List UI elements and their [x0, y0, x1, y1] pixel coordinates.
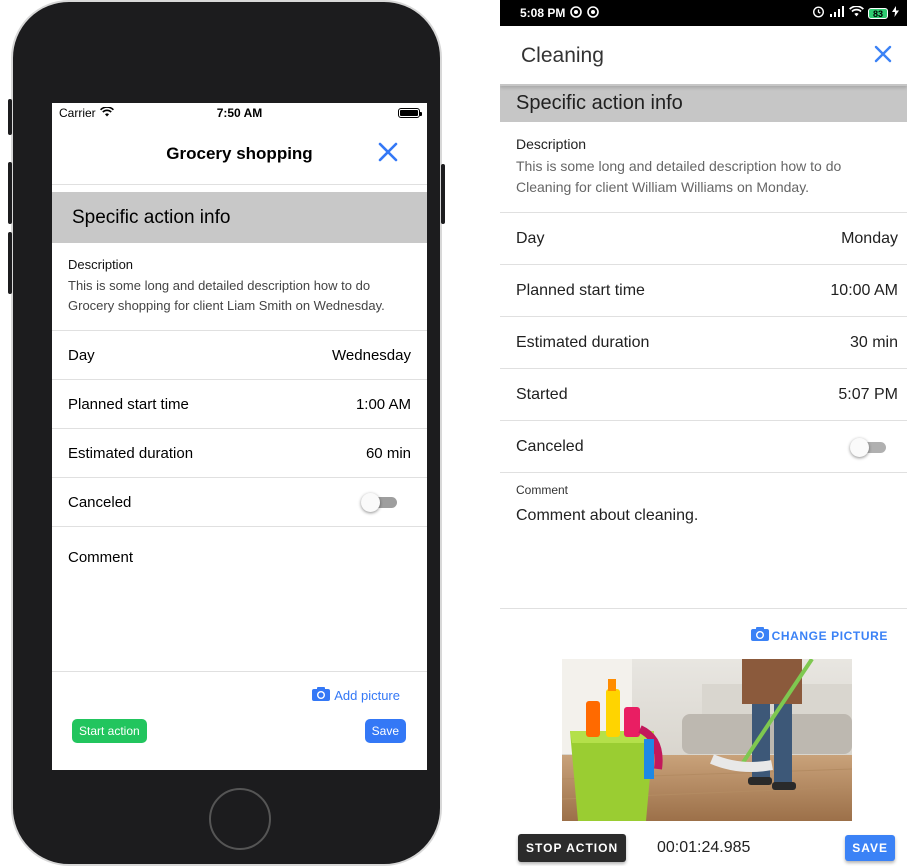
- add-picture-label: Add picture: [334, 688, 400, 703]
- row-value: 60 min: [365, 444, 411, 462]
- close-icon[interactable]: [874, 45, 892, 68]
- row-label: Planned start time: [68, 395, 189, 413]
- row-label: Started: [516, 385, 568, 403]
- description-text: This is some long and detailed descripti…: [68, 278, 385, 313]
- ios-header: Grocery shopping: [52, 123, 427, 185]
- row-value: 1:00 AM: [355, 395, 411, 413]
- volume-up-button: [8, 162, 12, 224]
- row-value: Monday: [841, 229, 898, 247]
- detail-row-day: Day Monday: [500, 213, 907, 265]
- android-status-time: 5:08 PM: [520, 6, 566, 20]
- row-label: Day: [516, 229, 545, 247]
- battery-icon: 83: [867, 7, 888, 19]
- canceled-label: Canceled: [516, 437, 584, 455]
- row-label: Estimated duration: [516, 333, 650, 351]
- comment-label: Comment: [516, 483, 569, 497]
- page-title: Cleaning: [521, 44, 604, 67]
- ios-status-time: 7:50 AM: [216, 106, 263, 120]
- save-button[interactable]: Save: [364, 719, 406, 743]
- description-label: Description: [68, 257, 134, 272]
- home-button: [209, 788, 271, 850]
- power-button: [441, 164, 445, 224]
- camera-icon: [750, 626, 770, 645]
- comment-placeholder: Comment: [68, 549, 134, 566]
- section-header: Specific action info: [500, 84, 907, 122]
- canceled-toggle[interactable]: [361, 493, 399, 512]
- wifi-icon: [99, 106, 114, 120]
- row-value: 5:07 PM: [838, 385, 898, 403]
- detail-row-planned-start-time: Planned start time 1:00 AM: [52, 380, 427, 429]
- cleaning-photo: [562, 659, 852, 821]
- page-title: Grocery shopping: [166, 143, 313, 163]
- android-status-bar: 5:08 PM 83: [500, 0, 907, 26]
- detail-row-started: Started 5:07 PM: [500, 369, 907, 421]
- charging-icon: [892, 6, 899, 20]
- canceled-toggle[interactable]: [850, 437, 888, 457]
- description-text: This is some long and detailed descripti…: [516, 158, 842, 195]
- start-action-button[interactable]: Start action: [72, 719, 147, 743]
- android-header: Cleaning: [500, 26, 907, 86]
- detail-row-canceled: Canceled: [500, 421, 907, 473]
- add-picture-button[interactable]: Add picture: [52, 672, 427, 705]
- camera-icon: [311, 686, 331, 705]
- notification-icon: [587, 5, 600, 21]
- close-icon[interactable]: [377, 141, 399, 163]
- iphone-device-frame: Carrier 7:50 AM Grocery shopping Specifi…: [8, 0, 445, 866]
- section-header: Specific action info: [52, 192, 427, 243]
- comment-text: Comment about cleaning.: [516, 507, 699, 524]
- change-picture-button[interactable]: CHANGE PICTURE: [500, 609, 907, 645]
- battery-icon: [397, 108, 422, 118]
- ios-status-bar: Carrier 7:50 AM: [52, 103, 427, 123]
- comment-field[interactable]: Comment Comment about cleaning.: [500, 473, 907, 609]
- comment-field[interactable]: Comment: [52, 527, 427, 672]
- bottom-bar: STOP ACTION 00:01:24.985 SAVE: [500, 830, 907, 866]
- ios-screen: Carrier 7:50 AM Grocery shopping Specifi…: [52, 103, 427, 770]
- row-label: Estimated duration: [68, 444, 194, 462]
- detail-row-estimated-duration: Estimated duration 60 min: [52, 429, 427, 478]
- row-value: 10:00 AM: [830, 281, 898, 299]
- detail-row-planned-start-time: Planned start time 10:00 AM: [500, 265, 907, 317]
- signal-icon: [829, 6, 845, 20]
- detail-row-estimated-duration: Estimated duration 30 min: [500, 317, 907, 369]
- description-block: Description This is some long and detail…: [500, 122, 907, 213]
- android-screen: 5:08 PM 83 Cleaning Specific action info…: [500, 0, 907, 866]
- volume-down-button: [8, 232, 12, 294]
- save-button[interactable]: SAVE: [845, 835, 895, 861]
- row-value: Wednesday: [332, 346, 411, 364]
- alarm-icon: [812, 5, 825, 21]
- detail-row-canceled: Canceled: [52, 478, 427, 527]
- detail-row-day: Day Wednesday: [52, 331, 427, 380]
- row-label: Planned start time: [516, 281, 645, 299]
- wifi-icon: [849, 5, 864, 20]
- description-label: Description: [516, 136, 587, 152]
- row-label: Day: [68, 346, 95, 364]
- action-timer: 00:01:24.985: [657, 839, 751, 856]
- row-value: 30 min: [849, 333, 898, 351]
- description-block: Description This is some long and detail…: [52, 243, 427, 331]
- canceled-label: Canceled: [68, 493, 132, 511]
- stop-action-button[interactable]: STOP ACTION: [518, 834, 627, 862]
- notification-icon: [570, 5, 583, 21]
- mute-switch: [8, 99, 12, 135]
- carrier-label: Carrier: [59, 106, 96, 120]
- change-picture-label: CHANGE PICTURE: [771, 628, 888, 643]
